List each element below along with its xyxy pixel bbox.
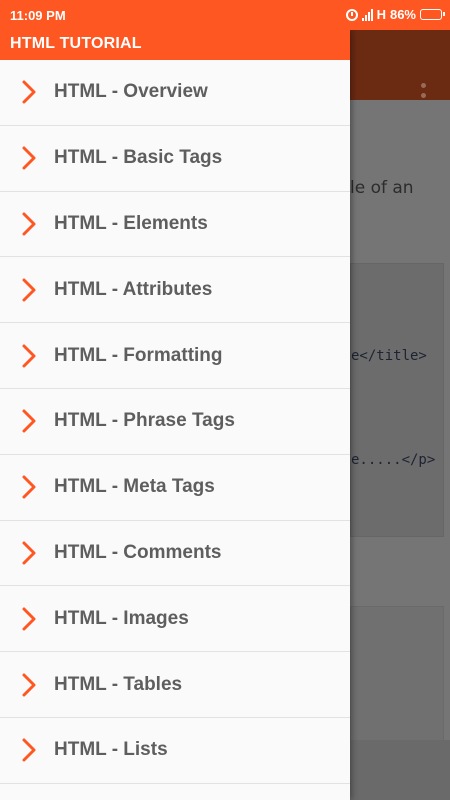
drawer-title: HTML TUTORIAL xyxy=(0,30,350,60)
drawer-item-label: HTML - Images xyxy=(54,607,189,629)
battery-icon xyxy=(420,9,445,20)
drawer-item[interactable]: HTML - Attributes xyxy=(0,257,350,324)
chevron-right-icon xyxy=(22,409,36,433)
drawer-item-label: HTML - Tables xyxy=(54,673,183,695)
chevron-right-icon xyxy=(22,607,36,631)
alarm-icon xyxy=(345,8,358,21)
drawer-item[interactable]: HTML - Comments xyxy=(0,521,350,587)
battery-percent: 86% xyxy=(389,7,416,22)
chevron-right-icon xyxy=(22,673,36,697)
drawer-item-label: HTML - Formatting xyxy=(54,344,223,366)
drawer-item-label: HTML - Phrase Tags xyxy=(54,410,235,432)
drawer-item[interactable]: HTML - Basic Tags xyxy=(0,126,350,192)
chevron-right-icon xyxy=(22,278,36,302)
chevron-right-icon xyxy=(22,475,36,499)
chevron-right-icon xyxy=(22,541,36,565)
drawer-item[interactable]: HTML - Phrase Tags xyxy=(0,389,350,455)
drawer-item-label: HTML - Basic Tags xyxy=(54,147,223,169)
content-text-fragment: le of an xyxy=(350,178,414,198)
drawer-item[interactable]: HTML - Lists xyxy=(0,718,350,784)
code-block: e</title> e.....</p> xyxy=(350,263,444,537)
chevron-right-icon xyxy=(22,738,36,762)
drawer-item-label: HTML - Comments xyxy=(54,541,222,563)
status-bar: 11:09 PM H 86% xyxy=(0,0,450,30)
network-type: H xyxy=(376,7,386,22)
drawer-item[interactable]: HTML - Overview xyxy=(0,60,350,126)
chevron-right-icon xyxy=(22,146,36,170)
status-time: 11:09 PM xyxy=(10,8,66,23)
chevron-right-icon xyxy=(22,344,36,368)
signal-icon xyxy=(361,8,373,21)
code-line: e.....</p> xyxy=(351,452,436,468)
drawer-item[interactable]: HTML - Tables xyxy=(0,652,350,718)
drawer-item-label: HTML - Elements xyxy=(54,212,208,234)
drawer-list: HTML - Overview HTML - Basic Tags HTML - E… xyxy=(0,60,350,784)
drawer-item-label: HTML - Meta Tags xyxy=(54,476,215,498)
drawer-item[interactable]: HTML - Elements xyxy=(0,192,350,258)
drawer-item[interactable]: HTML - Images xyxy=(0,586,350,653)
code-line: e</title> xyxy=(351,348,427,364)
chevron-right-icon xyxy=(22,212,36,236)
drawer-item[interactable]: HTML - Formatting xyxy=(0,323,350,389)
navigation-drawer: HTML TUTORIAL HTML - Overview HTML - Basi… xyxy=(0,30,350,800)
drawer-item-label: HTML - Attributes xyxy=(54,278,213,300)
drawer-item-label: HTML - Lists xyxy=(54,739,168,761)
status-icons: H 86% xyxy=(345,7,445,22)
drawer-item-label: HTML - Overview xyxy=(54,81,208,103)
chevron-right-icon xyxy=(22,80,36,104)
drawer-item[interactable]: HTML - Meta Tags xyxy=(0,455,350,521)
code-block xyxy=(350,606,444,743)
